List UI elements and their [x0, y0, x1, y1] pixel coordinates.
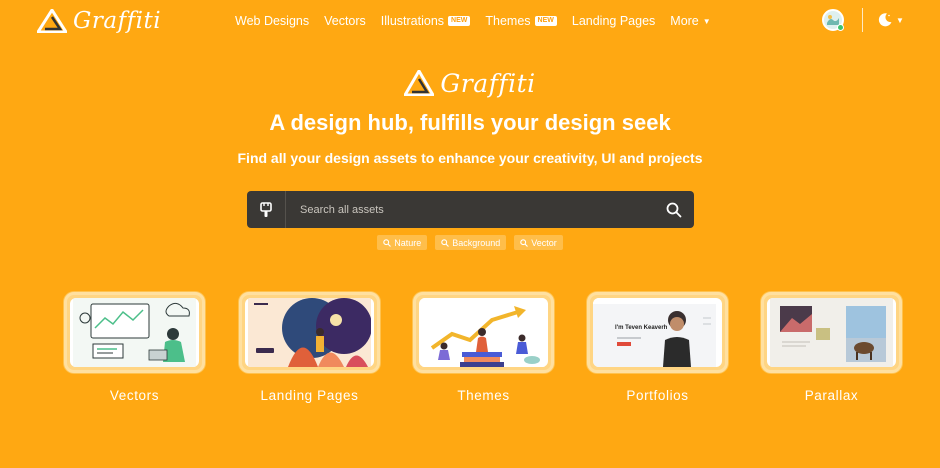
- category-thumbnail: I'm Teven Keaverh: [587, 292, 728, 373]
- brush-icon: [260, 201, 272, 217]
- chevron-down-icon: ▼: [896, 15, 904, 25]
- portfolio-preview-text: I'm Teven Keaverh: [615, 325, 668, 331]
- nav-web-designs[interactable]: Web Designs: [235, 14, 309, 28]
- landing-page-preview: [245, 298, 374, 367]
- search-input[interactable]: [286, 191, 654, 228]
- search-icon: [666, 202, 682, 217]
- nav-label: Landing Pages: [571, 14, 656, 28]
- hero-subheadline: Find all your design assets to enhance y…: [237, 150, 703, 166]
- hero-headline: A design hub, fulfills your design seek: [269, 110, 671, 135]
- category-vectors[interactable]: Vectors: [64, 292, 205, 403]
- nav-label: More: [670, 14, 699, 28]
- category-label: Portfolios: [626, 388, 689, 403]
- category-label: Vectors: [109, 388, 160, 403]
- nav-label: Themes: [485, 14, 531, 28]
- tag-label: Vector: [531, 237, 557, 248]
- new-badge: NEW: [448, 16, 471, 26]
- category-thumbnail: [64, 292, 205, 373]
- category-themes[interactable]: Themes: [413, 292, 554, 403]
- asset-type-selector[interactable]: [247, 191, 286, 228]
- category-thumbnail: [413, 292, 554, 373]
- nav-landing-pages[interactable]: Landing Pages: [572, 14, 655, 28]
- new-badge: NEW: [534, 16, 557, 26]
- category-landing-pages[interactable]: Landing Pages: [239, 292, 380, 403]
- hero-logo: Graffiti: [0, 66, 940, 100]
- tag-label: Background: [452, 237, 501, 248]
- category-label: Parallax: [804, 388, 859, 403]
- online-status-dot: [837, 24, 844, 31]
- category-parallax[interactable]: Parallax: [761, 292, 902, 403]
- search-bar: [247, 191, 694, 228]
- chevron-down-icon: ▼: [702, 16, 711, 26]
- theme-toggle-button[interactable]: ▼: [877, 11, 904, 29]
- category-thumbnail: [761, 292, 902, 373]
- nav-label: Illustrations: [380, 14, 445, 28]
- nav-label: Web Designs: [235, 14, 310, 28]
- nav-divider: [862, 8, 863, 32]
- moon-icon: [878, 13, 892, 27]
- category-label: Landing Pages: [260, 388, 359, 403]
- brand-logo[interactable]: Graffiti: [37, 7, 161, 35]
- tag-background[interactable]: Background: [435, 235, 507, 250]
- parallax-preview: [767, 298, 896, 367]
- tag-vector[interactable]: Vector: [514, 235, 563, 250]
- brand-name: Graffiti: [73, 8, 162, 34]
- top-navbar: Graffiti Web Designs Vectors Illustratio…: [0, 0, 940, 42]
- search-button[interactable]: [654, 191, 694, 228]
- nav-illustrations[interactable]: Illustrations NEW: [381, 14, 471, 28]
- category-thumbnail: [239, 292, 380, 373]
- suggested-tags: Nature Background Vector: [0, 235, 940, 250]
- nav-more-dropdown[interactable]: More ▼: [670, 14, 710, 28]
- category-portfolios[interactable]: I'm Teven Keaverh Portfolios: [587, 292, 728, 403]
- nav-vectors[interactable]: Vectors: [324, 14, 366, 28]
- graffiti-logo-icon: [37, 9, 67, 33]
- category-label: Themes: [457, 388, 510, 403]
- nav-label: Vectors: [324, 14, 366, 28]
- search-icon: [520, 238, 529, 247]
- main-nav: Web Designs Vectors Illustrations NEW Th…: [235, 12, 726, 30]
- tag-label: Nature: [394, 237, 422, 248]
- nav-themes[interactable]: Themes NEW: [485, 14, 557, 28]
- brand-name: Graffiti: [440, 68, 536, 98]
- graffiti-logo-icon: [404, 70, 435, 96]
- search-icon: [441, 238, 450, 247]
- search-icon: [383, 238, 392, 247]
- portfolio-preview: I'm Teven Keaverh: [593, 298, 722, 367]
- tag-nature[interactable]: Nature: [377, 235, 428, 250]
- vectors-illustration: [70, 298, 199, 367]
- themes-illustration: [419, 298, 548, 367]
